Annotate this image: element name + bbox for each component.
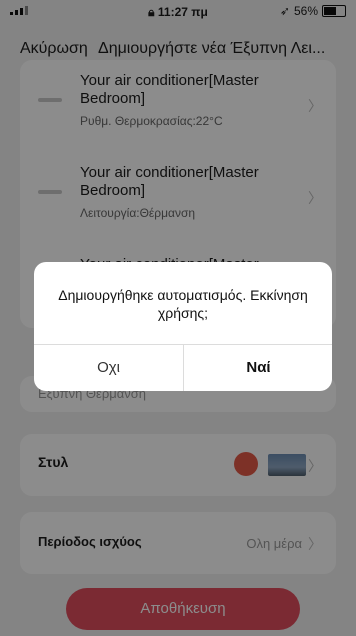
- yes-button[interactable]: Ναί: [184, 344, 332, 391]
- screen: 🔒︎ 11:27 πμ ➶ 56% Ακύρωση Δημιουργήστε ν…: [0, 0, 356, 636]
- no-button[interactable]: Οχι: [34, 344, 183, 391]
- dialog-message: Δημιουργήθηκε αυτοματισμός. Εκκίνηση χρή…: [58, 287, 308, 321]
- confirm-dialog: Δημιουργήθηκε αυτοματισμός. Εκκίνηση χρή…: [34, 262, 332, 391]
